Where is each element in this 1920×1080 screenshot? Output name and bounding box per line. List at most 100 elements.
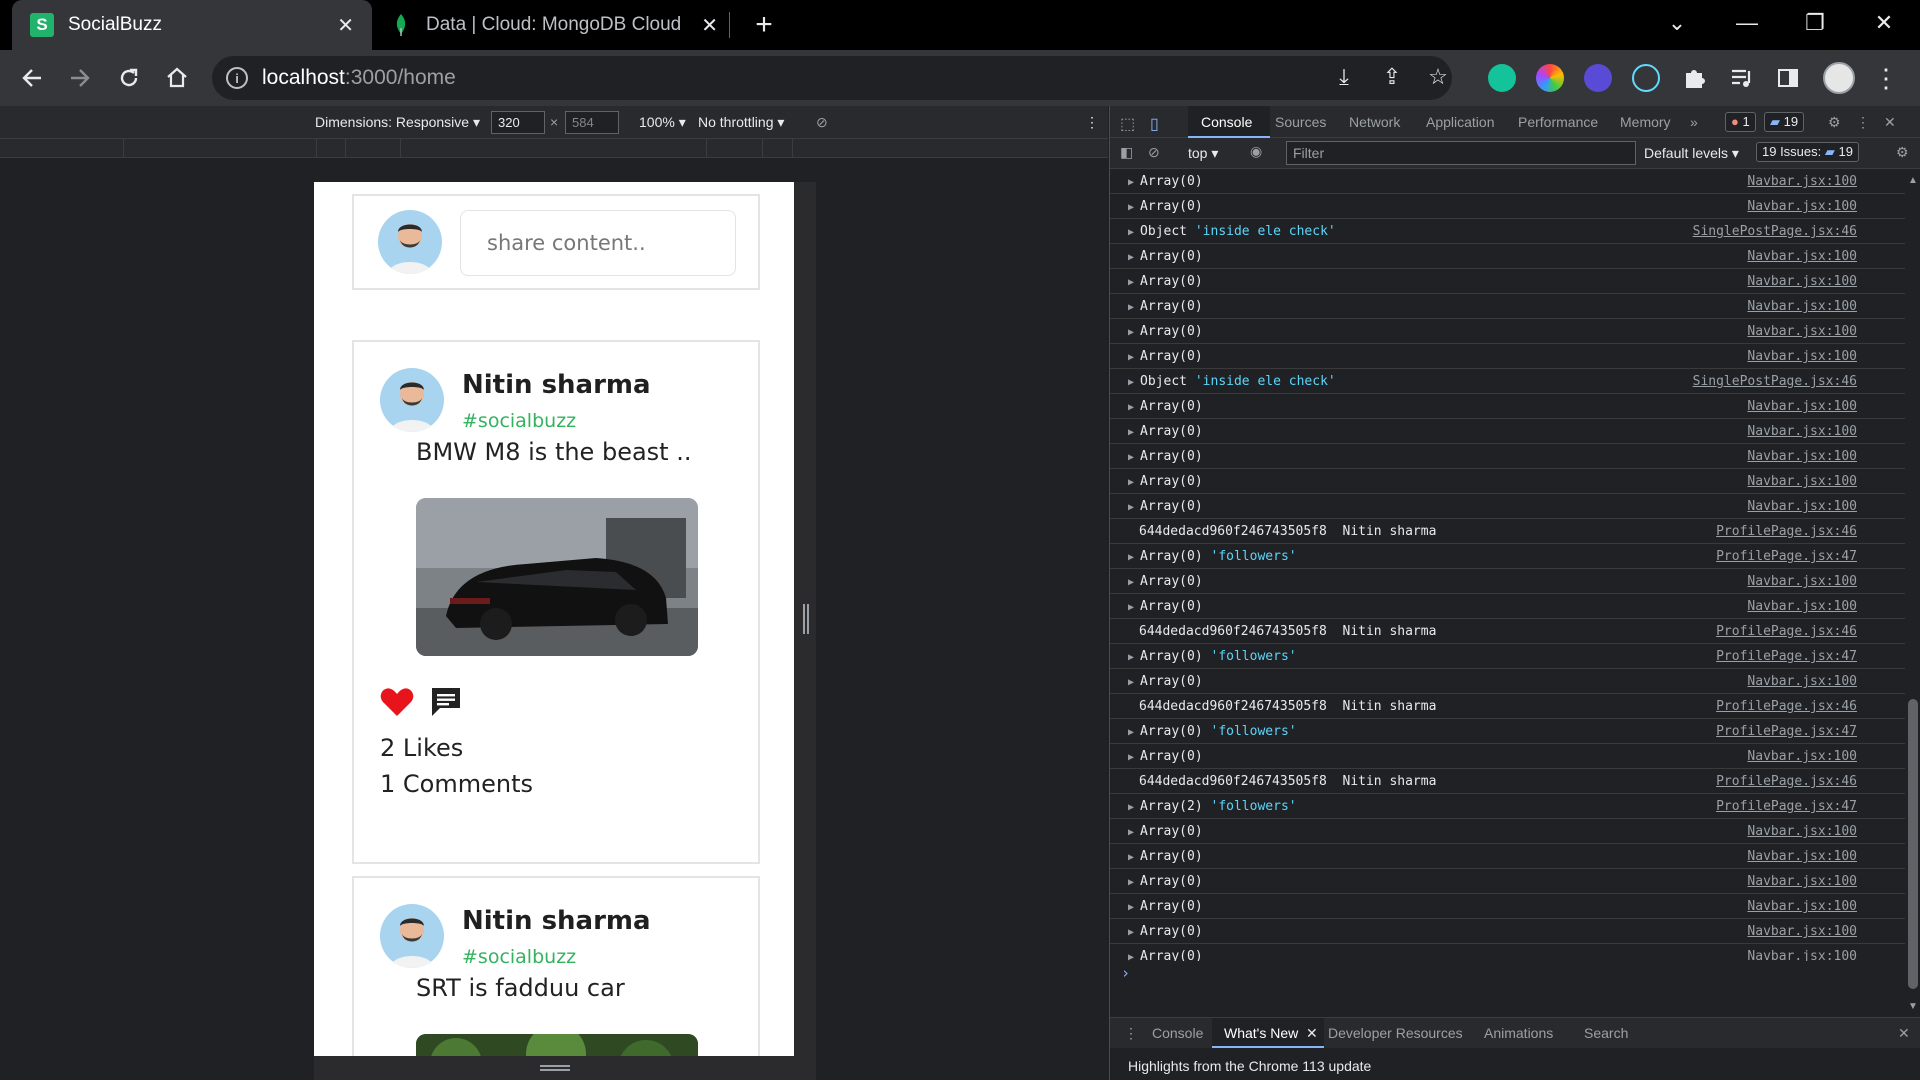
log-source-link[interactable]: Navbar.jsx:100 bbox=[1747, 174, 1857, 189]
log-source-link[interactable]: ProfilePage.jsx:47 bbox=[1716, 799, 1857, 814]
tab-application[interactable]: Application bbox=[1426, 114, 1495, 130]
expand-caret-icon[interactable]: ▶ bbox=[1128, 827, 1140, 838]
console-log-row[interactable]: ▶ Array(0) 'followers' ProfilePage.jsx:47 bbox=[1110, 544, 1905, 569]
console-log-row[interactable]: ▶ Array(0) Navbar.jsx:100 bbox=[1110, 494, 1905, 519]
log-source-link[interactable]: Navbar.jsx:100 bbox=[1747, 824, 1857, 839]
comments-count[interactable]: 1 Comments bbox=[380, 770, 533, 798]
drawer-tab-search[interactable]: Search bbox=[1584, 1025, 1628, 1041]
console-log-row[interactable]: ▶ Array(0) Navbar.jsx:100 bbox=[1110, 869, 1905, 894]
tab-performance[interactable]: Performance bbox=[1518, 114, 1598, 130]
console-log-row[interactable]: ▶ Object 'inside ele check' SinglePostPag… bbox=[1110, 219, 1905, 244]
log-source-link[interactable]: Navbar.jsx:100 bbox=[1747, 924, 1857, 939]
console-log-row[interactable]: ▶ Array(0) Navbar.jsx:100 bbox=[1110, 444, 1905, 469]
log-source-link[interactable]: ProfilePage.jsx:46 bbox=[1716, 624, 1857, 639]
expand-caret-icon[interactable]: ▶ bbox=[1128, 227, 1140, 238]
log-source-link[interactable]: Navbar.jsx:100 bbox=[1747, 749, 1857, 764]
close-icon[interactable]: ✕ bbox=[337, 13, 354, 38]
console-log-row[interactable]: ▶ Array(0) Navbar.jsx:100 bbox=[1110, 594, 1905, 619]
log-source-link[interactable]: Navbar.jsx:100 bbox=[1747, 249, 1857, 264]
console-log-row[interactable]: ▶ Array(0) 'followers' ProfilePage.jsx:47 bbox=[1110, 719, 1905, 744]
expand-caret-icon[interactable]: ▶ bbox=[1128, 952, 1140, 961]
throttling-select[interactable]: No throttling ▾ bbox=[698, 114, 784, 131]
console-log-row[interactable]: ▶ Array(0) Navbar.jsx:100 bbox=[1110, 819, 1905, 844]
zoom-select[interactable]: 100% ▾ bbox=[639, 114, 686, 131]
console-log-row[interactable]: ▶ Array(0) Navbar.jsx:100 bbox=[1110, 919, 1905, 944]
devtools-close-icon[interactable]: ✕ bbox=[1884, 114, 1896, 131]
more-tabs-chevron-icon[interactable]: » bbox=[1690, 114, 1698, 130]
expand-caret-icon[interactable]: ▶ bbox=[1128, 577, 1140, 588]
close-icon[interactable]: ✕ bbox=[701, 13, 718, 38]
console-log-row[interactable]: ▶ Array(0) Navbar.jsx:100 bbox=[1110, 944, 1905, 961]
console-log-row[interactable]: ▶ Array(0) Navbar.jsx:100 bbox=[1110, 319, 1905, 344]
extension-icon[interactable] bbox=[1584, 64, 1612, 92]
console-log-row[interactable]: ▶ Array(0) Navbar.jsx:100 bbox=[1110, 394, 1905, 419]
log-source-link[interactable]: ProfilePage.jsx:47 bbox=[1716, 549, 1857, 564]
expand-caret-icon[interactable]: ▶ bbox=[1128, 802, 1140, 813]
log-source-link[interactable]: Navbar.jsx:100 bbox=[1747, 399, 1857, 414]
sidebar-toggle-icon[interactable]: ◧ bbox=[1120, 144, 1133, 161]
expand-caret-icon[interactable]: ▶ bbox=[1128, 327, 1140, 338]
context-select[interactable]: top ▾ bbox=[1188, 145, 1218, 162]
drawer-tab-close-icon[interactable]: ✕ bbox=[1306, 1025, 1318, 1042]
console-log-row[interactable]: ▶ Array(0) Navbar.jsx:100 bbox=[1110, 844, 1905, 869]
device-toggle-icon[interactable]: ▯ bbox=[1150, 114, 1159, 134]
console-log-row[interactable]: ▶ Array(0) Navbar.jsx:100 bbox=[1110, 419, 1905, 444]
console-filter-input[interactable]: Filter bbox=[1286, 141, 1636, 165]
inspect-element-icon[interactable]: ⬚ bbox=[1120, 114, 1135, 134]
expand-caret-icon[interactable]: ▶ bbox=[1128, 252, 1140, 263]
message-count-badge[interactable]: ▰ 19 bbox=[1764, 112, 1805, 132]
avatar[interactable] bbox=[380, 904, 444, 968]
expand-caret-icon[interactable]: ▶ bbox=[1128, 352, 1140, 363]
device-options-icon[interactable]: ⋮ bbox=[1085, 114, 1099, 131]
comment-icon[interactable] bbox=[430, 686, 462, 718]
log-source-link[interactable]: Navbar.jsx:100 bbox=[1747, 599, 1857, 614]
media-query-marker[interactable] bbox=[792, 139, 793, 157]
expand-caret-icon[interactable]: ▶ bbox=[1128, 277, 1140, 288]
expand-caret-icon[interactable]: ▶ bbox=[1128, 752, 1140, 763]
expand-caret-icon[interactable]: ▶ bbox=[1128, 452, 1140, 463]
expand-caret-icon[interactable]: ▶ bbox=[1128, 502, 1140, 513]
log-source-link[interactable]: SinglePostPage.jsx:46 bbox=[1693, 224, 1857, 239]
console-settings-gear-icon[interactable]: ⚙ bbox=[1896, 144, 1909, 161]
like-heart-icon[interactable] bbox=[380, 686, 414, 718]
log-source-link[interactable]: ProfilePage.jsx:47 bbox=[1716, 724, 1857, 739]
console-log-row[interactable]: ▶ Array(0) Navbar.jsx:100 bbox=[1110, 344, 1905, 369]
expand-caret-icon[interactable]: ▶ bbox=[1128, 377, 1140, 388]
console-log-row[interactable]: ▶ Array(0) Navbar.jsx:100 bbox=[1110, 569, 1905, 594]
drawer-tab-whats-new[interactable]: What's New bbox=[1224, 1025, 1298, 1041]
console-log-row[interactable]: ▶ Array(0) Navbar.jsx:100 bbox=[1110, 194, 1905, 219]
rotate-icon[interactable]: ⊘ bbox=[816, 114, 828, 131]
color-picker-extension-icon[interactable] bbox=[1536, 64, 1564, 92]
height-input[interactable]: 584 bbox=[565, 111, 619, 134]
expand-caret-icon[interactable]: ▶ bbox=[1128, 877, 1140, 888]
expand-caret-icon[interactable]: ▶ bbox=[1128, 902, 1140, 913]
console-log-row[interactable]: 644dedacd960f246743505f8 Nitin sharma Pro… bbox=[1110, 694, 1905, 719]
media-query-marker[interactable] bbox=[316, 139, 317, 157]
post-image[interactable] bbox=[416, 1034, 698, 1056]
tab-console[interactable]: Console bbox=[1201, 114, 1252, 130]
log-source-link[interactable]: Navbar.jsx:100 bbox=[1747, 949, 1857, 961]
scrollbar-thumb[interactable] bbox=[1908, 699, 1918, 989]
log-source-link[interactable]: Navbar.jsx:100 bbox=[1747, 574, 1857, 589]
issues-badge[interactable]: 19 Issues: ▰ 19 bbox=[1756, 142, 1859, 162]
resize-handle-right[interactable] bbox=[803, 604, 809, 634]
address-bar[interactable]: i localhost:3000/home ⤓ ⇪ ☆ bbox=[212, 56, 1452, 100]
new-tab-icon[interactable]: + bbox=[748, 8, 780, 42]
drawer-tab-animations[interactable]: Animations bbox=[1484, 1025, 1553, 1041]
expand-caret-icon[interactable]: ▶ bbox=[1128, 852, 1140, 863]
log-source-link[interactable]: Navbar.jsx:100 bbox=[1747, 449, 1857, 464]
media-query-marker[interactable] bbox=[123, 139, 124, 157]
expand-caret-icon[interactable]: ▶ bbox=[1128, 602, 1140, 613]
console-log-row[interactable]: ▶ Array(0) Navbar.jsx:100 bbox=[1110, 269, 1905, 294]
expand-caret-icon[interactable]: ▶ bbox=[1128, 302, 1140, 313]
media-query-marker[interactable] bbox=[762, 139, 763, 157]
log-source-link[interactable]: Navbar.jsx:100 bbox=[1747, 849, 1857, 864]
tab-mongodb[interactable]: Data | Cloud: MongoDB Cloud ✕ bbox=[376, 0, 736, 50]
install-icon[interactable]: ⤓ bbox=[1330, 64, 1358, 92]
tab-socialbuzz[interactable]: S SocialBuzz ✕ bbox=[12, 0, 372, 50]
minimize-icon[interactable]: — bbox=[1732, 10, 1762, 36]
expand-caret-icon[interactable]: ▶ bbox=[1128, 652, 1140, 663]
expand-caret-icon[interactable]: ▶ bbox=[1128, 477, 1140, 488]
avatar[interactable] bbox=[380, 368, 444, 432]
expand-caret-icon[interactable]: ▶ bbox=[1128, 177, 1140, 188]
